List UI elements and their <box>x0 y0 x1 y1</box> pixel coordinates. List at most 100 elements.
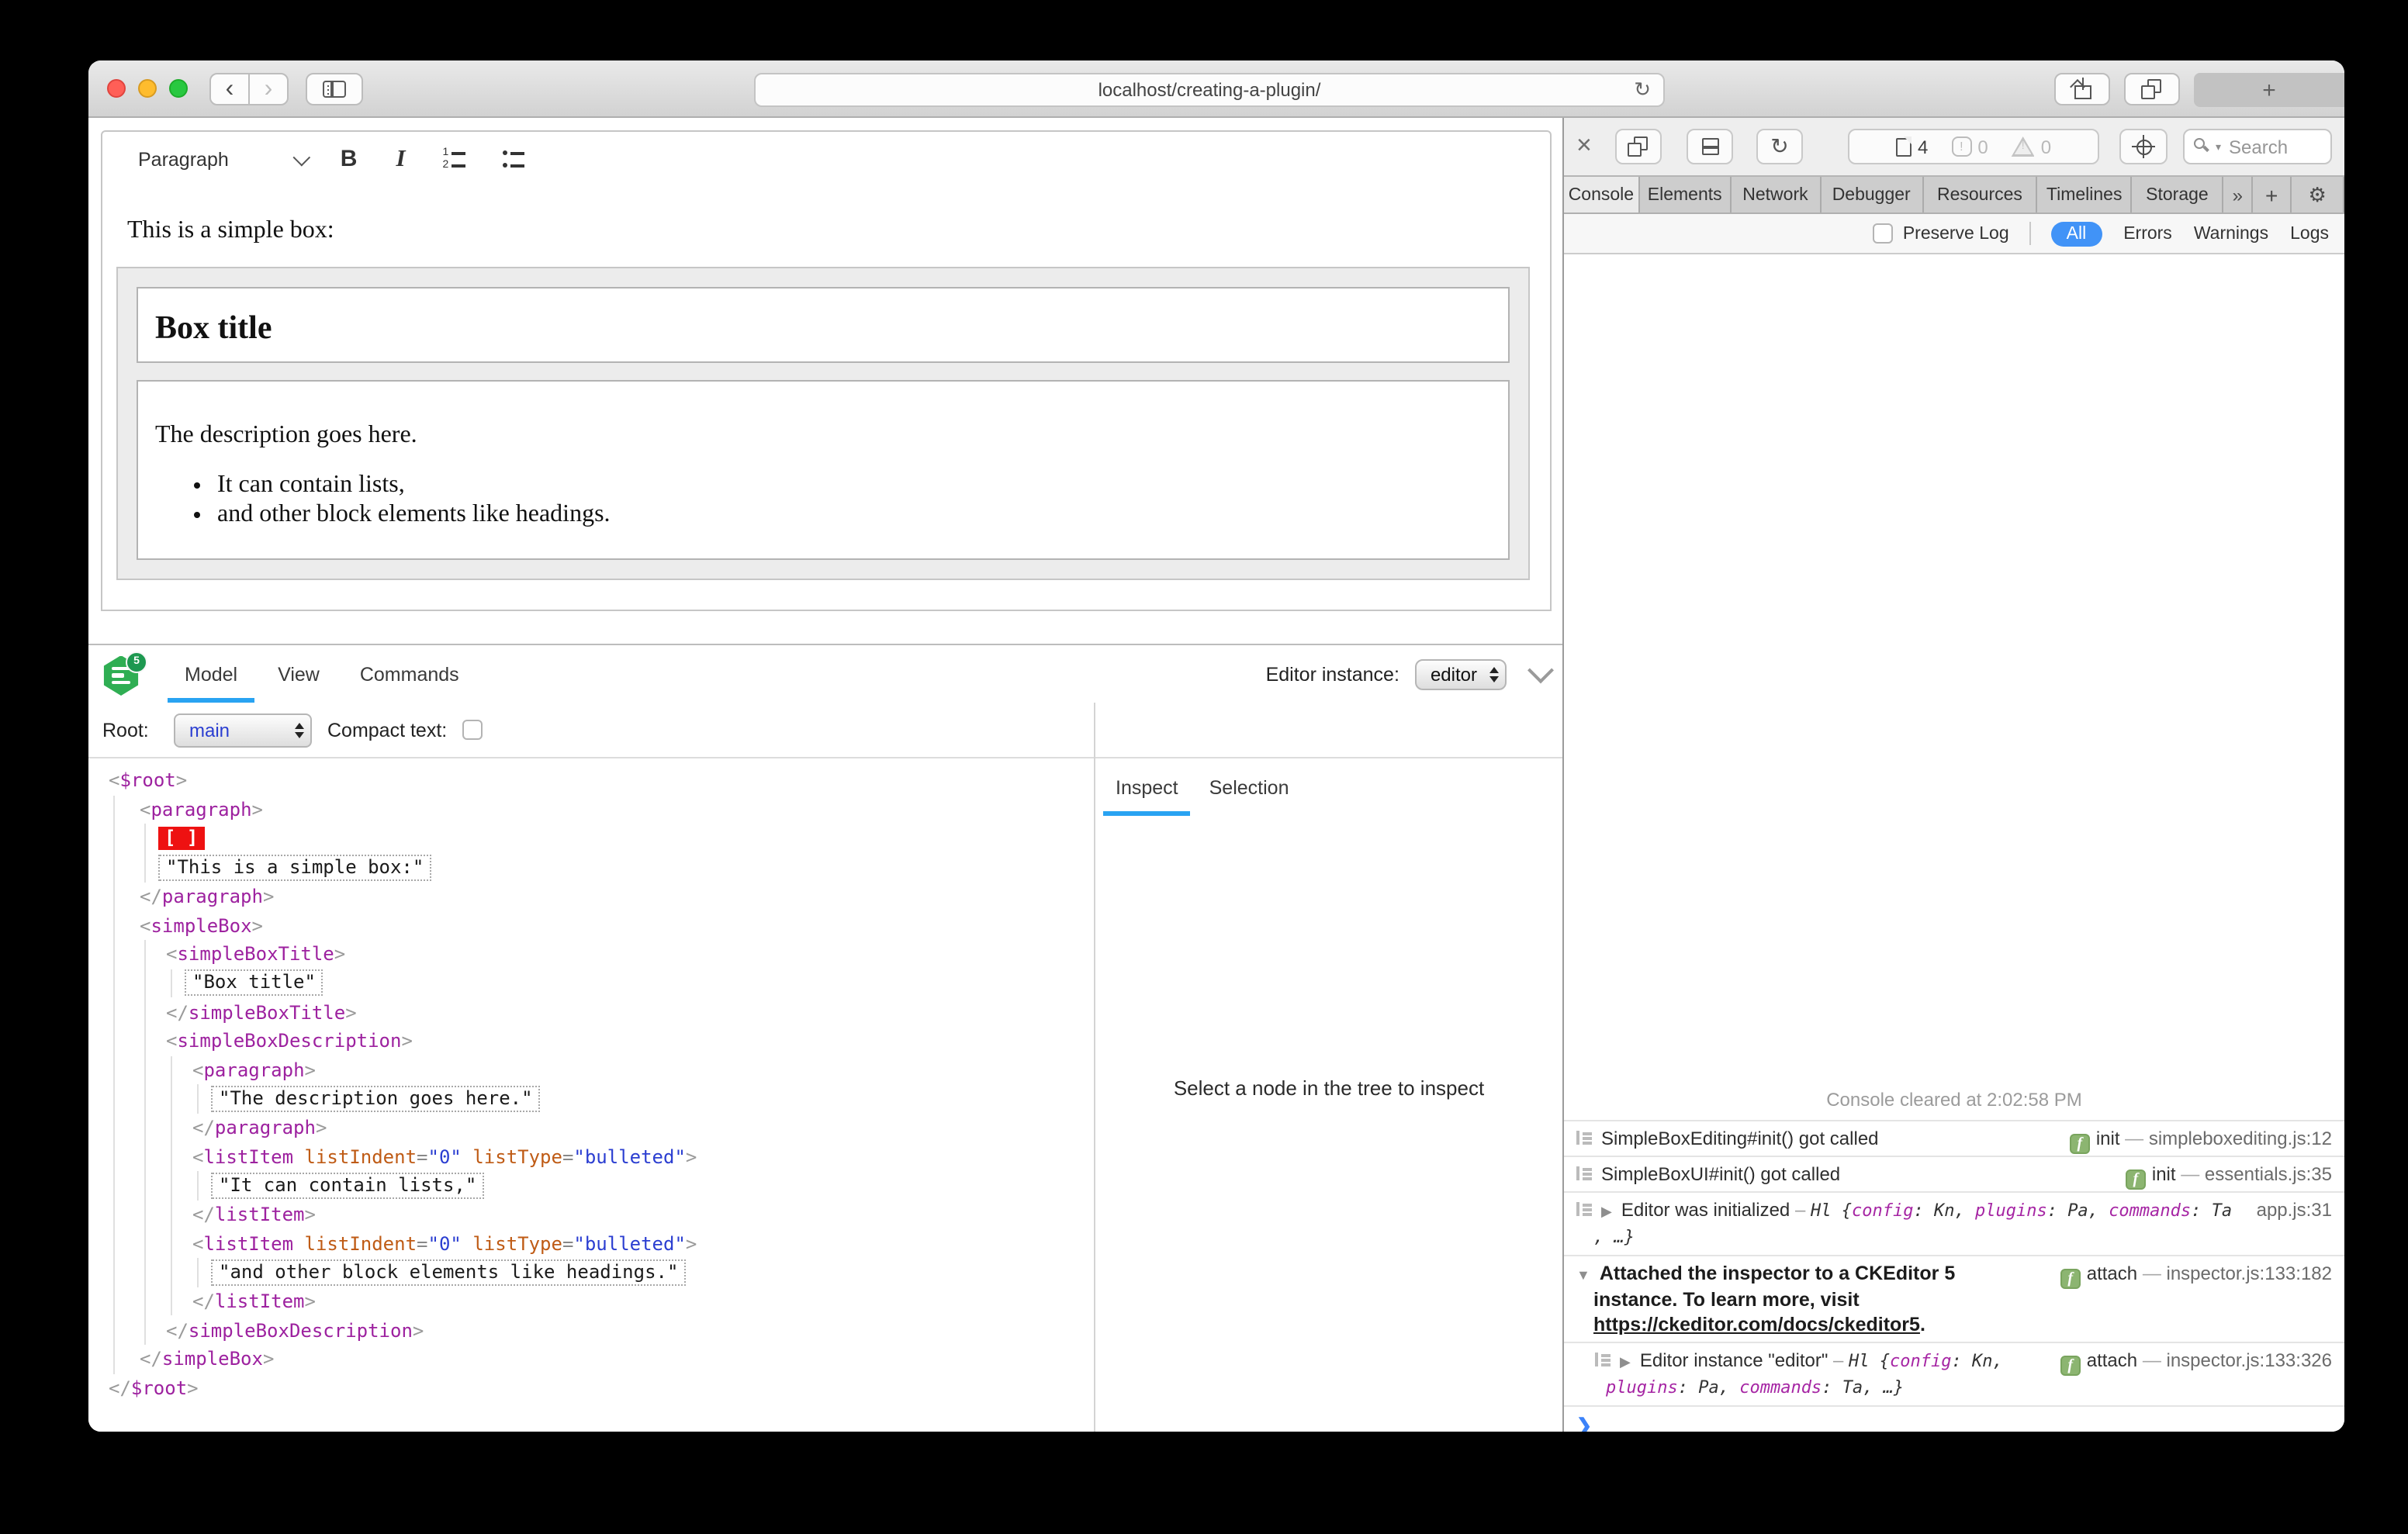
scope-filter-errors[interactable]: Errors <box>2123 224 2172 243</box>
tree-node-marker[interactable]: [ ] <box>88 824 1094 853</box>
disclosure-triangle-icon[interactable]: ▼ <box>1576 1263 1590 1287</box>
tree-node-listItem[interactable]: < listItem listIndent = "0" listType = "bulle… <box>88 1229 1094 1259</box>
dock-to-bottom-button[interactable] <box>1687 129 1733 164</box>
text-node[interactable]: "This is a simple box:" <box>158 854 432 881</box>
console-row[interactable]: SimpleBoxEditing#init() got called f init … <box>1564 1120 2344 1156</box>
devtools-tab-resources[interactable]: Resources <box>1923 177 2038 212</box>
console-prompt[interactable]: ❯ <box>1576 1415 2344 1432</box>
tree-node-simpleBoxDescription[interactable]: </simpleBoxDescription > <box>88 1315 1094 1346</box>
tree-node-simpleBoxTitle[interactable]: </simpleBoxTitle > <box>88 997 1094 1027</box>
inspector-tab-commands[interactable]: Commands <box>340 645 479 703</box>
scope-filter-all[interactable]: All <box>2050 221 2102 246</box>
tree-node-paragraph[interactable]: </paragraph > <box>88 1113 1094 1143</box>
resource-status-lozenge[interactable]: 4 ! 0 ! 0 <box>1848 129 2099 164</box>
tree-node-listItem[interactable]: </listItem > <box>88 1200 1094 1229</box>
compact-text-checkbox[interactable] <box>462 720 483 740</box>
editor-editable-area[interactable]: This is a simple box: Box title The desc… <box>101 186 1552 611</box>
preserve-log-control[interactable]: Preserve Log <box>1873 223 2009 244</box>
dock-to-window-button[interactable] <box>1615 129 1662 164</box>
console-source-location[interactable]: f init — simpleboxediting.js:12 <box>2069 1126 2332 1154</box>
root-select[interactable]: main <box>174 713 312 748</box>
simple-box-description[interactable]: The description goes here. It can contai… <box>137 380 1510 560</box>
console-row[interactable]: ▶ Editor instance "editor" – Hl {config: … <box>1564 1342 2344 1405</box>
tree-node-paragraph[interactable]: < paragraph > <box>88 1055 1094 1085</box>
editor-instance-label: Editor instance: <box>1265 663 1399 685</box>
tree-node-simpleBox[interactable]: </simpleBox > <box>88 1345 1094 1374</box>
close-window-button[interactable] <box>107 79 126 98</box>
zoom-window-button[interactable] <box>169 79 188 98</box>
side-tab-inspect[interactable]: Inspect <box>1100 760 1194 816</box>
tree-node-simpleBoxTitle[interactable]: < simpleBoxTitle > <box>88 939 1094 969</box>
tree-node-str[interactable]: "This is a simple box:" <box>88 852 1094 883</box>
tree-node-$root[interactable]: < $root > <box>88 766 1094 795</box>
tab-overview-button[interactable] <box>2124 73 2180 105</box>
preserve-log-label: Preserve Log <box>1902 224 2009 243</box>
devtools-reload-button[interactable]: ↻ <box>1756 129 1803 164</box>
tree-node-listItem[interactable]: < listItem listIndent = "0" listType = "bulle… <box>88 1142 1094 1172</box>
devtools-tab-elements[interactable]: Elements <box>1640 177 1732 212</box>
element-picker-button[interactable] <box>2119 129 2168 164</box>
devtools-tab-debugger[interactable]: Debugger <box>1821 177 1924 212</box>
devtools-settings-gear-icon[interactable]: ⚙ <box>2292 177 2344 212</box>
side-tab-selection[interactable]: Selection <box>1194 760 1305 816</box>
devtools-tab-timelines[interactable]: Timelines <box>2038 177 2133 212</box>
console-source-location[interactable]: f attach — inspector.js:133:182 <box>2060 1261 2332 1289</box>
bulleted-list-button[interactable] <box>503 149 525 169</box>
console-row[interactable]: SimpleBoxUI#init() got called f init — ess… <box>1564 1156 2344 1191</box>
tree-node-listItem[interactable]: </listItem > <box>88 1287 1094 1316</box>
text-node[interactable]: "Box title" <box>185 969 323 997</box>
sidebar-button[interactable] <box>306 73 363 105</box>
console-source-location[interactable]: f init — essentials.js:35 <box>2125 1162 2332 1190</box>
tree-node-$root[interactable]: </$root > <box>88 1374 1094 1403</box>
disclosure-triangle-icon[interactable]: ▶ <box>1601 1199 1612 1224</box>
scope-filter-warnings[interactable]: Warnings <box>2194 224 2268 243</box>
tree-node-paragraph[interactable]: < paragraph > <box>88 795 1094 824</box>
inspector-tab-view[interactable]: View <box>258 645 340 703</box>
bold-button[interactable]: B <box>341 146 358 172</box>
scope-filter-logs[interactable]: Logs <box>2290 224 2329 243</box>
simple-box-title[interactable]: Box title <box>137 287 1510 363</box>
console-row[interactable]: ▼ Attached the inspector to a CKEditor 5i… <box>1564 1255 2344 1342</box>
new-tab-button[interactable]: + <box>2194 73 2344 107</box>
text-node[interactable]: "The description goes here." <box>211 1086 541 1113</box>
text-node[interactable]: "It can contain lists," <box>211 1173 485 1200</box>
close-devtools-button[interactable]: × <box>1576 129 1592 163</box>
tree-node-str[interactable]: "Box title" <box>88 969 1094 998</box>
tree-node-simpleBox[interactable]: < simpleBox > <box>88 910 1094 940</box>
disclosure-triangle-icon[interactable]: ▶ <box>1620 1349 1631 1374</box>
simple-box-widget[interactable]: Box title The description goes here. It … <box>116 267 1530 580</box>
numbered-list-button[interactable]: 1 2 <box>443 147 466 171</box>
text-node[interactable]: "and other block elements like headings.… <box>211 1259 687 1286</box>
tree-node-paragraph[interactable]: </paragraph > <box>88 882 1094 911</box>
console-link[interactable]: https://ckeditor.com/docs/ckeditor5 <box>1593 1314 1920 1335</box>
reload-icon[interactable]: ↻ <box>1634 78 1651 102</box>
devtools-tab-network[interactable]: Network <box>1732 177 1822 212</box>
paragraph-style-dropdown[interactable]: Paragraph <box>138 148 229 170</box>
devtools-search-field[interactable]: ▾ Search <box>2183 129 2332 164</box>
inspector-tab-model[interactable]: Model <box>164 645 258 703</box>
editor-instance-select[interactable]: editor <box>1414 658 1507 689</box>
collapse-inspector-icon[interactable] <box>1527 656 1554 683</box>
italic-button[interactable]: I <box>396 145 405 173</box>
tree-node-str[interactable]: "It can contain lists," <box>88 1171 1094 1201</box>
preserve-log-checkbox[interactable] <box>1873 223 1894 244</box>
tree-node-str[interactable]: "and other block elements like headings.… <box>88 1258 1094 1287</box>
forward-button[interactable]: › <box>248 73 289 105</box>
console-source-location[interactable]: app.js:31 <box>2257 1197 2332 1222</box>
devtools-tab-storage[interactable]: Storage <box>2133 177 2224 212</box>
devtools-tab-console[interactable]: Console <box>1564 177 1640 212</box>
panel-divider[interactable] <box>1094 703 1095 1432</box>
console-source-location[interactable]: f attach — inspector.js:133:326 <box>2060 1348 2332 1376</box>
console-row[interactable]: ▶ Editor was initialized – Hl {config: Kn… <box>1564 1191 2344 1255</box>
minimize-window-button[interactable] <box>138 79 157 98</box>
devtools-new-tab-icon[interactable]: + <box>2253 177 2292 212</box>
chevron-down-icon[interactable] <box>293 147 311 166</box>
address-bar[interactable]: localhost/creating-a-plugin/ ↻ <box>754 73 1665 107</box>
tree-node-simpleBoxDescription[interactable]: < simpleBoxDescription > <box>88 1026 1094 1056</box>
intro-paragraph[interactable]: This is a simple box: <box>127 217 334 245</box>
console-filter-bar: Preserve Log All Errors Warnings Logs <box>1564 214 2344 254</box>
back-button[interactable]: ‹ <box>209 73 250 105</box>
devtools-tab-overflow-icon[interactable]: » <box>2223 177 2254 212</box>
tree-node-str[interactable]: "The description goes here." <box>88 1084 1094 1114</box>
share-button[interactable] <box>2054 73 2110 105</box>
